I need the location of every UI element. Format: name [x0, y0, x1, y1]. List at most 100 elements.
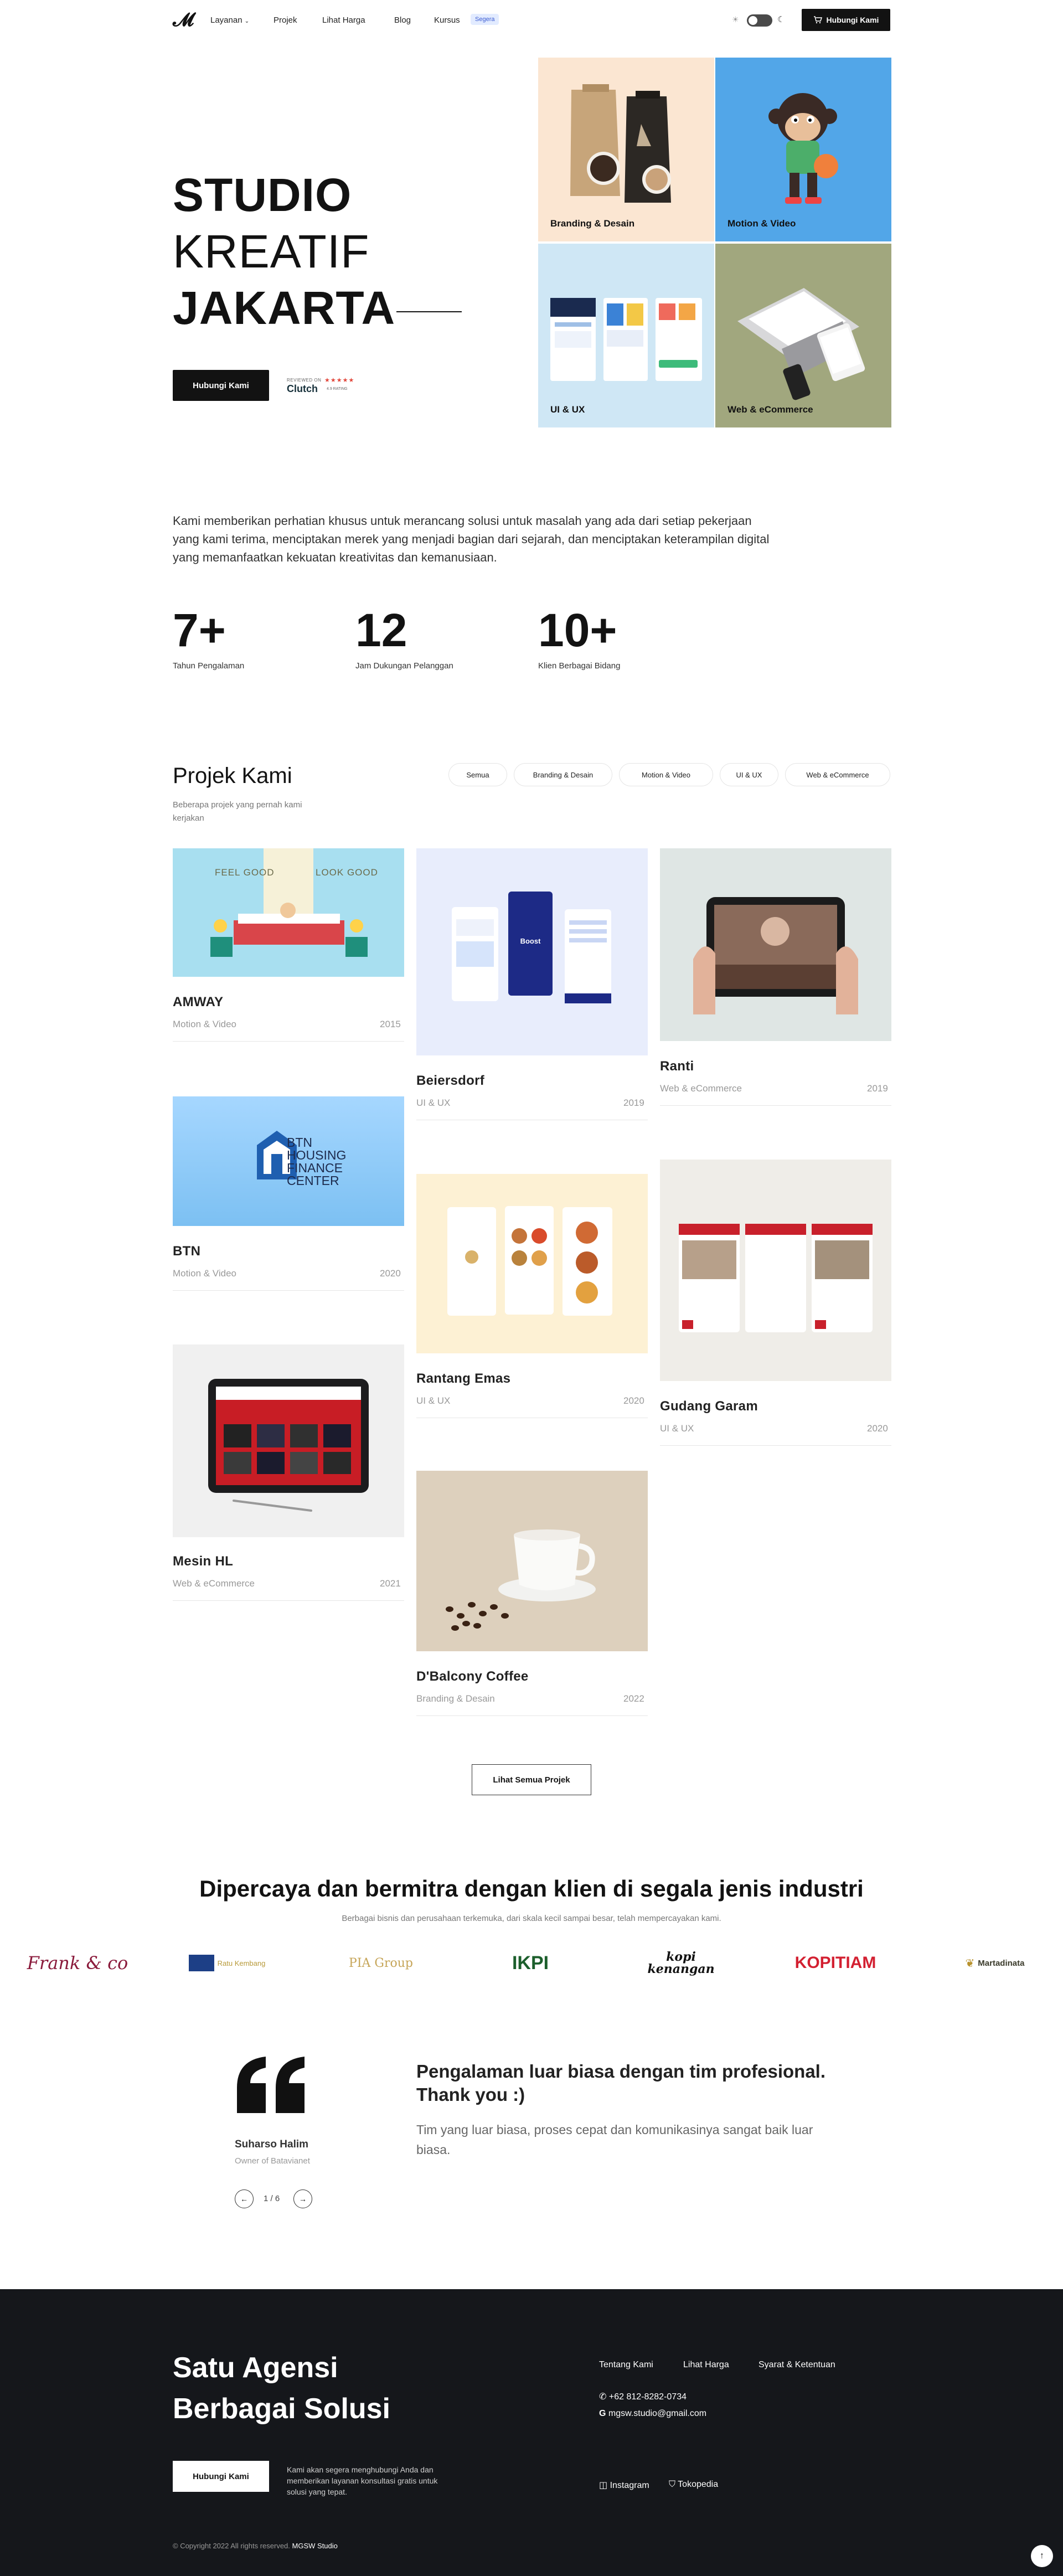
project-year-dbalcony: 2022	[623, 1693, 644, 1704]
project-image-amway[interactable]: FEEL GOOD LOOK GOOD	[173, 848, 404, 977]
project-image-dbalcony[interactable]	[416, 1471, 648, 1651]
tile-branding[interactable]: Branding & Desain	[538, 58, 714, 241]
hero-contact-button[interactable]: Hubungi Kami	[173, 370, 269, 401]
news-app-screens-illustration	[679, 1224, 873, 1332]
filter-web[interactable]: Web & eCommerce	[785, 763, 890, 786]
moon-icon: ☾	[777, 15, 785, 24]
footer-email[interactable]: G mgsw.studio@gmail.com	[599, 2409, 706, 2419]
tile-uiux[interactable]: UI & UX	[538, 244, 714, 427]
martadinata-leaf-icon: ❦	[965, 1957, 975, 1970]
instagram-icon: ◫	[599, 2481, 608, 2490]
project-image-ranti[interactable]	[660, 848, 891, 1041]
project-year-rantang-emas: 2020	[623, 1395, 644, 1406]
filter-branding[interactable]: Branding & Desain	[514, 763, 612, 786]
testimonial-headline: Pengalaman luar biasa dengan tim profesi…	[416, 2061, 826, 2105]
project-year-btn: 2020	[380, 1268, 401, 1279]
testimonial-pager: 1 / 6	[264, 2194, 280, 2203]
next-arrow-icon[interactable]: →	[293, 2189, 312, 2208]
footer-title-line-2: Berbagai Solusi	[173, 2393, 390, 2425]
stat-clients-label: Klien Berbagai Bidang	[538, 661, 621, 671]
stat-clients-value: 10+	[538, 604, 617, 656]
nav-contact-button[interactable]: Hubungi Kami	[802, 9, 890, 31]
footer-copyright: © Copyright 2022 All rights reserved. MG…	[173, 2542, 338, 2550]
client-logo-pia-group: PIA Group	[342, 1950, 420, 1976]
project-year-amway: 2015	[380, 1019, 401, 1029]
project-category-rantang-emas: UI & UX	[416, 1395, 451, 1406]
projects-subtitle: Beberapa projek yang pernah kami kerjaka…	[173, 800, 302, 823]
mobile-app-screens-illustration	[452, 892, 611, 1003]
theme-toggle[interactable]	[747, 14, 772, 27]
ratu-kembang-emblem-icon	[188, 1955, 214, 1971]
stat-support-label: Jam Dukungan Pelanggan	[355, 661, 453, 671]
nav-link-kursus[interactable]: Kursus	[434, 16, 460, 25]
app-screens-illustration	[550, 298, 702, 381]
clutch-badge[interactable]: REVIEWED ON Clutch ★★★★★ 4.9 RATING	[287, 377, 359, 396]
brand-logo[interactable]: 𝓜	[173, 10, 194, 30]
monkey-mascot-illustration	[768, 93, 838, 204]
project-title-btn[interactable]: BTN	[173, 1244, 200, 1259]
project-image-rantang-emas[interactable]	[416, 1174, 648, 1353]
footer-link-harga[interactable]: Lihat Harga	[683, 2360, 729, 2370]
project-title-ranti[interactable]: Ranti	[660, 1059, 694, 1074]
whatsapp-icon: ✆	[599, 2392, 607, 2402]
tile-branding-label: Branding & Desain	[550, 218, 635, 229]
footer-link-tentang[interactable]: Tentang Kami	[599, 2360, 653, 2370]
card-divider	[416, 1715, 648, 1716]
chevron-down-icon: ⌄	[244, 18, 250, 24]
clutch-reviewed-label: REVIEWED ON	[287, 378, 322, 383]
footer-contact-button[interactable]: Hubungi Kami	[173, 2461, 269, 2492]
prev-arrow-icon[interactable]: ←	[235, 2189, 254, 2208]
food-app-screens-illustration	[447, 1206, 612, 1316]
martadinata-text: Martadinata	[978, 1958, 1025, 1968]
project-year-mesin-hl: 2021	[380, 1578, 401, 1589]
project-image-btn[interactable]: BTN HOUSING FINANCE CENTER	[173, 1096, 404, 1226]
clutch-logo: Clutch	[287, 383, 318, 394]
filter-uiux[interactable]: UI & UX	[720, 763, 778, 786]
client-logo-martadinata: ❦ Martadinata	[948, 1950, 1042, 1976]
footer-link-syarat[interactable]: Syarat & Ketentuan	[758, 2360, 835, 2370]
footer-tokopedia[interactable]: ⛉ Tokopedia	[669, 2480, 718, 2490]
project-title-beiersdorf[interactable]: Beiersdorf	[416, 1073, 484, 1089]
project-category-gudang-garam: UI & UX	[660, 1423, 694, 1434]
project-title-dbalcony[interactable]: D'Balcony Coffee	[416, 1669, 529, 1684]
filter-semua[interactable]: Semua	[448, 763, 507, 786]
project-image-gudang-garam[interactable]	[660, 1160, 891, 1381]
project-image-beiersdorf[interactable]: Boost	[416, 848, 648, 1055]
clients-title: Dipercaya dan bermitra dengan klien di s…	[199, 1876, 864, 1902]
project-title-rantang-emas[interactable]: Rantang Emas	[416, 1371, 510, 1387]
footer-instagram-text: Instagram	[610, 2481, 649, 2490]
coffee-bags-illustration	[570, 84, 671, 203]
tile-motion[interactable]: Motion & Video	[715, 58, 891, 241]
nav-link-projek[interactable]: Projek	[274, 16, 297, 25]
see-all-projects-button[interactable]: Lihat Semua Projek	[472, 1764, 591, 1795]
tile-web-label: Web & eCommerce	[727, 404, 813, 415]
project-year-ranti: 2019	[867, 1083, 888, 1094]
quote-mark-icon	[235, 2054, 312, 2132]
project-title-mesin-hl[interactable]: Mesin HL	[173, 1554, 233, 1569]
back-to-top-arrow-icon[interactable]: ↑	[1031, 2545, 1053, 2567]
toggle-knob	[749, 16, 757, 25]
footer-cta-description: Kami akan segera menghubungi Anda dan me…	[287, 2465, 438, 2496]
project-title-gudang-garam[interactable]: Gudang Garam	[660, 1399, 758, 1414]
project-year-beiersdorf: 2019	[623, 1098, 644, 1108]
stat-years-label: Tahun Pengalaman	[173, 661, 245, 671]
tile-uiux-label: UI & UX	[550, 404, 585, 415]
project-category-beiersdorf: UI & UX	[416, 1098, 451, 1108]
nav-link-blog[interactable]: Blog	[394, 16, 411, 25]
project-title-amway[interactable]: AMWAY	[173, 995, 223, 1010]
pia-group-text: PIA Group	[349, 1956, 413, 1970]
footer-phone[interactable]: ✆ +62 812-8282-0734	[599, 2391, 687, 2402]
nav-link-lihat-harga[interactable]: Lihat Harga	[322, 16, 365, 25]
client-logo-kopi-kenangan: kopi kenangan	[647, 1950, 715, 1976]
footer-instagram[interactable]: ◫ Instagram	[599, 2480, 649, 2491]
client-logo-frank: Frank & co	[27, 1952, 128, 1974]
card-divider	[173, 1600, 404, 1601]
intro-text: Kami memberikan perhatian khusus untuk m…	[173, 514, 770, 564]
testimonial-author: Suharso Halim	[235, 2139, 309, 2150]
filter-motion[interactable]: Motion & Video	[619, 763, 713, 786]
nav-link-layanan[interactable]: Layanan ⌄	[210, 16, 249, 27]
stat-years-value: 7+	[173, 604, 226, 656]
project-image-mesin-hl[interactable]	[173, 1344, 404, 1537]
tablet-website-illustration	[208, 1379, 369, 1512]
tile-web[interactable]: Web & eCommerce	[715, 244, 891, 427]
